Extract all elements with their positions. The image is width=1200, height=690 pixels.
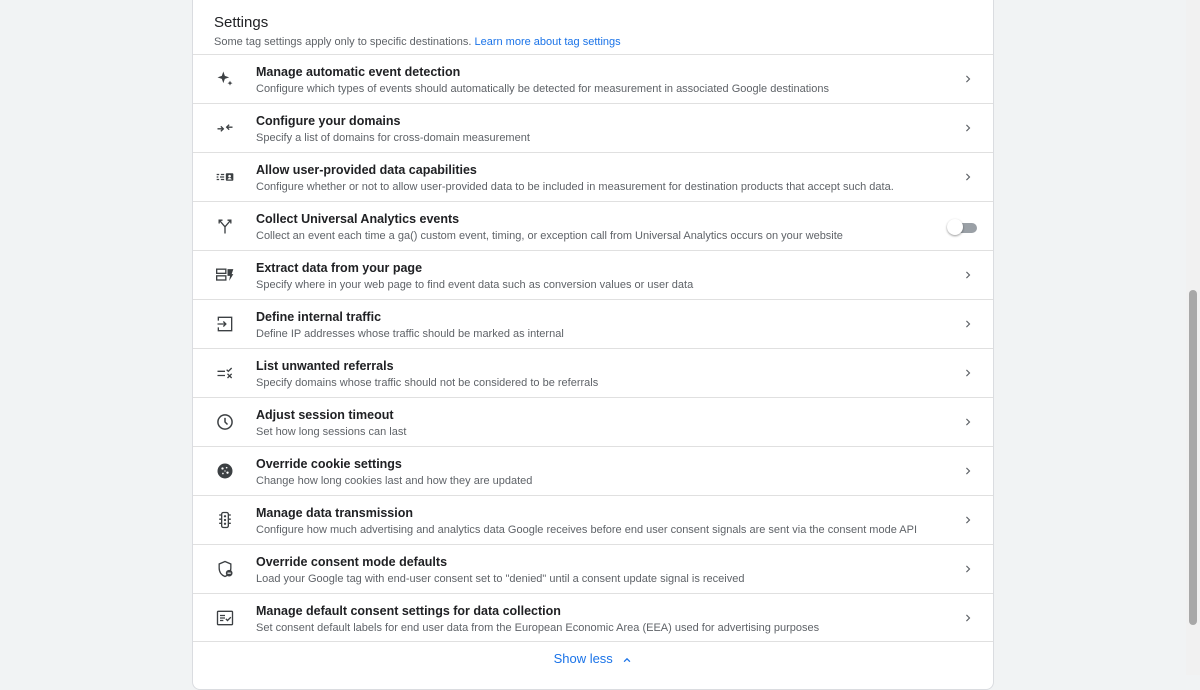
traffic-light-icon [214, 509, 236, 531]
shield-minus-icon [214, 558, 236, 580]
setting-title: Manage data transmission [256, 506, 413, 520]
settings-title: Settings [214, 14, 269, 31]
scrollbar-thumb[interactable] [1189, 290, 1197, 625]
setting-row-unwanted-referrals[interactable]: List unwanted referrals Specify domains … [193, 348, 993, 397]
setting-description: Specify domains whose traffic should not… [256, 377, 599, 389]
user-data-icon [214, 166, 236, 188]
setting-description: Configure whether or not to allow user-p… [256, 181, 894, 193]
setting-title: Adjust session timeout [256, 408, 394, 422]
chevron-right-icon [966, 467, 971, 475]
settings-header: Settings Some tag settings apply only to… [214, 14, 974, 50]
chevron-right-icon [966, 173, 971, 181]
page-scrollbar[interactable] [1186, 0, 1200, 675]
settings-card: Settings Some tag settings apply only to… [192, 0, 994, 690]
setting-title: List unwanted referrals [256, 359, 394, 373]
universal-analytics-toggle[interactable] [947, 219, 979, 235]
setting-description: Set how long sessions can last [256, 426, 407, 438]
setting-row-consent-mode-defaults[interactable]: Override consent mode defaults Load your… [193, 544, 993, 593]
setting-description: Set consent default labels for end user … [256, 622, 820, 634]
setting-title: Configure your domains [256, 114, 401, 128]
setting-row-data-transmission[interactable]: Manage data transmission Configure how m… [193, 495, 993, 544]
setting-title: Allow user-provided data capabilities [256, 163, 477, 177]
setting-title: Define internal traffic [256, 310, 382, 324]
setting-description: Configure which types of events should a… [256, 83, 829, 95]
chevron-right-icon [966, 320, 971, 328]
referral-list-icon [214, 362, 236, 384]
setting-description: Specify a list of domains for cross-doma… [256, 132, 530, 144]
setting-title: Manage default consent settings for data… [256, 604, 561, 618]
chevron-right-icon [966, 565, 971, 573]
settings-subtitle-text: Some tag settings apply only to specific… [214, 36, 472, 48]
setting-title: Override consent mode defaults [256, 555, 448, 569]
learn-more-link[interactable]: Learn more about tag settings [474, 36, 620, 48]
sparkle-icon [214, 68, 236, 90]
setting-description: Specify where in your web page to find e… [256, 279, 694, 291]
clock-icon [214, 411, 236, 433]
setting-description: Define IP addresses whose traffic should… [256, 328, 564, 340]
setting-row-internal-traffic[interactable]: Define internal traffic Define IP addres… [193, 299, 993, 348]
chevron-up-icon [624, 657, 631, 662]
cookie-icon [214, 460, 236, 482]
show-less-label: Show less [553, 651, 613, 666]
fork-arrows-icon [214, 215, 236, 237]
setting-description: Load your Google tag with end-user conse… [256, 573, 745, 585]
toggle-knob [947, 219, 963, 235]
login-box-icon [214, 313, 236, 335]
setting-row-user-provided-data[interactable]: Allow user-provided data capabilities Co… [193, 152, 993, 201]
setting-title: Extract data from your page [256, 261, 423, 275]
checklist-icon [214, 607, 236, 629]
setting-title: Manage automatic event detection [256, 65, 461, 79]
setting-description: Change how long cookies last and how the… [256, 475, 533, 487]
chevron-right-icon [966, 614, 971, 622]
setting-description: Collect an event each time a ga() custom… [256, 230, 843, 242]
chevron-right-icon [966, 124, 971, 132]
setting-row-extract-data[interactable]: Extract data from your page Specify wher… [193, 250, 993, 299]
setting-row-cookie-settings[interactable]: Override cookie settings Change how long… [193, 446, 993, 495]
chevron-right-icon [966, 516, 971, 524]
chevron-right-icon [966, 418, 971, 426]
setting-title: Override cookie settings [256, 457, 402, 471]
settings-list: Manage automatic event detection Configu… [193, 54, 993, 642]
setting-row-universal-analytics-events[interactable]: Collect Universal Analytics events Colle… [193, 201, 993, 250]
domains-arrows-icon [214, 117, 236, 139]
extract-data-icon [214, 264, 236, 286]
setting-title: Collect Universal Analytics events [256, 212, 460, 226]
chevron-right-icon [966, 369, 971, 377]
setting-description: Configure how much advertising and analy… [256, 524, 917, 536]
setting-row-configure-domains[interactable]: Configure your domains Specify a list of… [193, 103, 993, 152]
setting-row-automatic-event-detection[interactable]: Manage automatic event detection Configu… [193, 54, 993, 103]
chevron-right-icon [966, 75, 971, 83]
show-less-button[interactable]: Show less [193, 651, 993, 666]
setting-row-default-consent-settings[interactable]: Manage default consent settings for data… [193, 593, 993, 642]
chevron-right-icon [966, 271, 971, 279]
setting-row-session-timeout[interactable]: Adjust session timeout Set how long sess… [193, 397, 993, 446]
settings-subtitle: Some tag settings apply only to specific… [214, 34, 974, 50]
